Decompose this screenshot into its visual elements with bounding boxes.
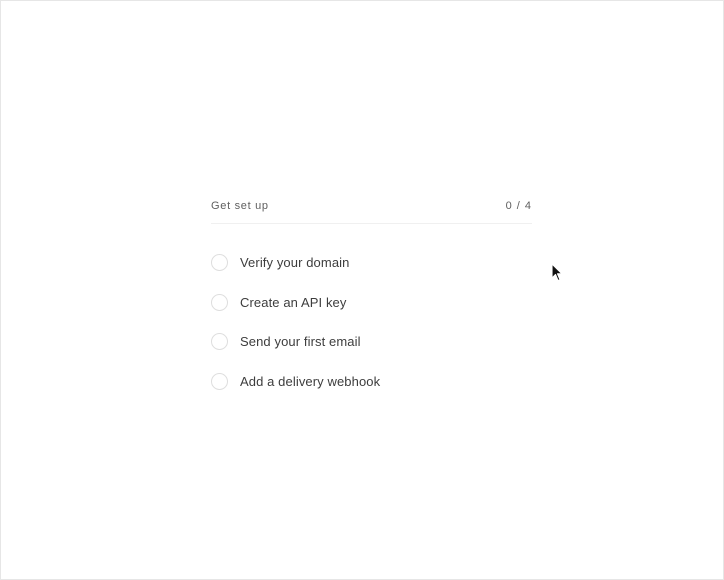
task-label: Verify your domain [240, 255, 350, 271]
task-list: Verify your domain Create an API key Sen… [211, 243, 532, 401]
task-label: Create an API key [240, 294, 347, 310]
task-item-add-webhook[interactable]: Add a delivery webhook [211, 362, 532, 402]
task-checkbox-circle-icon[interactable] [211, 293, 228, 311]
task-checkbox-circle-icon[interactable] [211, 372, 228, 390]
task-item-send-first-email[interactable]: Send your first email [211, 322, 532, 362]
setup-checklist: Get set up 0 / 4 Verify your domain Crea… [211, 196, 532, 401]
app-window: Get set up 0 / 4 Verify your domain Crea… [0, 0, 724, 580]
task-checkbox-circle-icon[interactable] [211, 333, 228, 351]
setup-header: Get set up 0 / 4 [211, 196, 532, 224]
task-item-create-api-key[interactable]: Create an API key [211, 283, 532, 323]
task-label: Add a delivery webhook [240, 373, 381, 389]
task-checkbox-circle-icon[interactable] [211, 254, 228, 272]
setup-progress-count: 0 / 4 [505, 200, 532, 212]
mouse-pointer-icon [551, 263, 563, 282]
setup-title: Get set up [211, 200, 269, 212]
task-item-verify-domain[interactable]: Verify your domain [211, 243, 532, 283]
task-label: Send your first email [240, 334, 361, 350]
